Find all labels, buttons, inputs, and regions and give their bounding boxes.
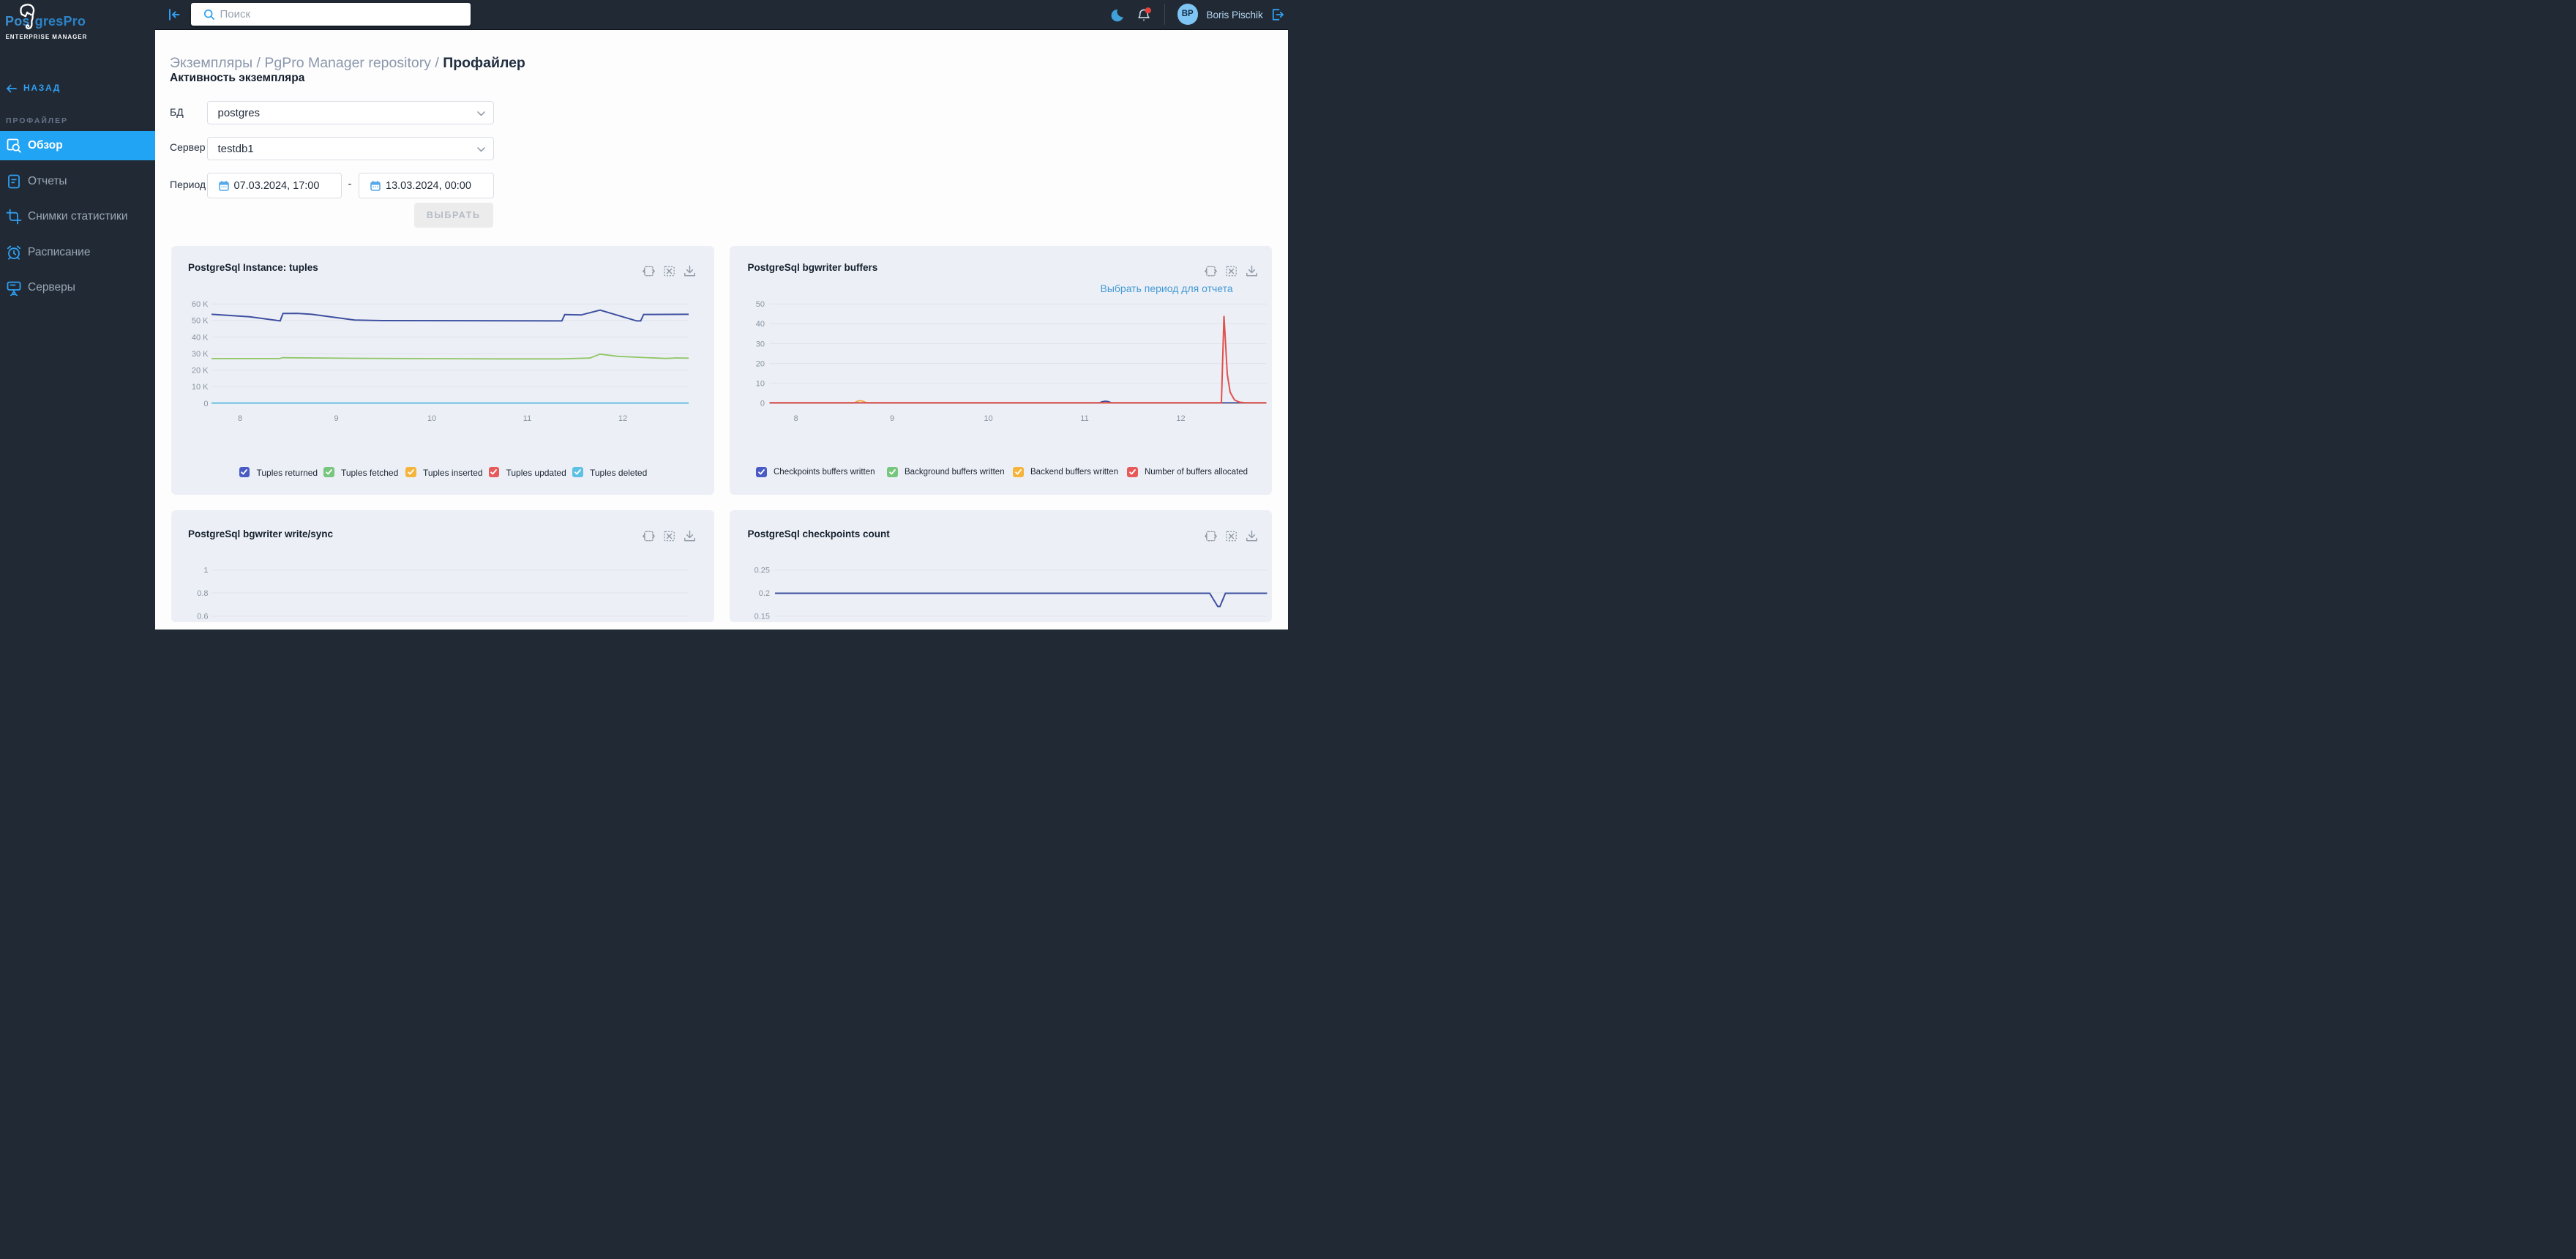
svg-text:0.2: 0.2 — [758, 589, 769, 598]
svg-text:0.6: 0.6 — [197, 613, 208, 621]
svg-text:10 K: 10 K — [191, 383, 208, 392]
svg-text:40: 40 — [755, 320, 764, 329]
svg-text:9: 9 — [889, 414, 894, 423]
svg-text:20 K: 20 K — [191, 366, 208, 375]
svg-text:0: 0 — [203, 399, 208, 408]
svg-text:20: 20 — [755, 359, 764, 368]
svg-text:50: 50 — [755, 300, 764, 309]
svg-text:30 K: 30 K — [191, 349, 208, 358]
svg-text:50 K: 50 K — [191, 316, 208, 325]
svg-text:0.8: 0.8 — [197, 589, 208, 598]
svg-text:30: 30 — [755, 340, 764, 348]
svg-text:0.25: 0.25 — [754, 567, 769, 575]
svg-text:8: 8 — [237, 414, 242, 423]
svg-text:11: 11 — [1080, 414, 1088, 423]
svg-text:10: 10 — [755, 379, 764, 388]
svg-text:10: 10 — [427, 414, 435, 423]
svg-text:40 K: 40 K — [191, 333, 208, 342]
svg-text:0.15: 0.15 — [754, 613, 769, 621]
svg-text:11: 11 — [523, 414, 531, 423]
svg-text:1: 1 — [203, 567, 208, 575]
svg-text:12: 12 — [1176, 414, 1185, 423]
svg-text:9: 9 — [334, 414, 338, 423]
svg-text:12: 12 — [618, 414, 626, 423]
svg-text:0: 0 — [760, 399, 764, 408]
svg-text:60 K: 60 K — [191, 300, 208, 309]
svg-text:10: 10 — [984, 414, 992, 423]
svg-text:8: 8 — [793, 414, 798, 423]
